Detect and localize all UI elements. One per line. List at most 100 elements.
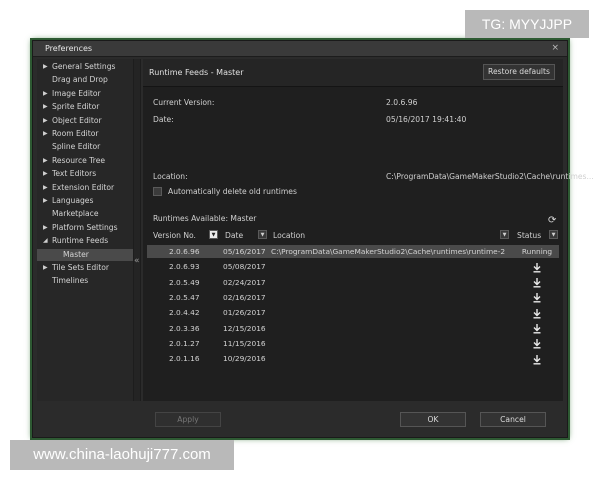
- header-status[interactable]: Status: [517, 231, 541, 240]
- sidebar-item[interactable]: ◢ Runtime Feeds: [37, 235, 133, 247]
- expand-arrow-icon[interactable]: ▶: [43, 195, 48, 207]
- sidebar-collapse-handle[interactable]: «: [133, 59, 141, 401]
- status-dropdown-icon[interactable]: ▼: [549, 230, 558, 239]
- sidebar-item[interactable]: ▶ General Settings: [37, 61, 133, 73]
- window-title: Preferences: [45, 44, 93, 53]
- ok-button[interactable]: OK: [400, 412, 466, 427]
- sidebar-item[interactable]: ▶ Resource Tree: [37, 155, 133, 167]
- expand-arrow-icon[interactable]: ▶: [43, 128, 48, 140]
- header-location[interactable]: Location: [273, 231, 305, 240]
- expand-arrow-icon[interactable]: ▶: [43, 155, 48, 167]
- runtimes-available-label: Runtimes Available: Master: [153, 214, 257, 223]
- preferences-tree: ▶ General Settings Drag and Drop ▶ Image Edi…: [37, 59, 133, 401]
- refresh-icon[interactable]: ⟳: [548, 215, 556, 226]
- sidebar-item[interactable]: Spline Editor: [37, 141, 133, 153]
- version-cell: 2.0.4.42: [169, 308, 200, 318]
- sidebar-item-label: Timelines: [52, 276, 89, 286]
- sidebar-item[interactable]: ▶ Image Editor: [37, 88, 133, 100]
- table-row[interactable]: 2.0.4.42 01/26/2017: [147, 306, 559, 319]
- preferences-window: Preferences × ▶ General Settings Drag and …: [32, 40, 594, 438]
- sidebar-item[interactable]: ▶ Sprite Editor: [37, 101, 133, 113]
- sidebar-item-label: Master: [63, 249, 89, 259]
- version-cell: 2.0.1.27: [169, 338, 200, 348]
- cancel-button[interactable]: Cancel: [480, 412, 546, 427]
- title-bar: Preferences ×: [33, 41, 567, 57]
- collapse-icon[interactable]: «: [134, 256, 140, 266]
- download-icon[interactable]: [519, 260, 555, 273]
- date-dropdown-icon[interactable]: ▼: [258, 230, 267, 239]
- expand-arrow-icon[interactable]: ◢: [43, 235, 48, 247]
- runtime-feeds-panel: Runtime Feeds - Master Restore defaults …: [143, 59, 594, 401]
- table-row[interactable]: 2.0.6.96 05/16/2017 C:\ProgramData\GameMak…: [147, 245, 559, 258]
- restore-defaults-button[interactable]: Restore defaults: [483, 64, 555, 80]
- date-cell: 11/15/2016: [223, 338, 266, 348]
- close-icon[interactable]: ×: [551, 43, 559, 53]
- date-value: 05/16/2017 19:41:40: [386, 115, 467, 124]
- sidebar-item[interactable]: ▶ Platform Settings: [37, 222, 133, 234]
- sidebar-item[interactable]: ▶ Text Editors: [37, 168, 133, 180]
- version-cell: 2.0.6.96: [169, 247, 200, 256]
- sidebar-item[interactable]: Master: [37, 248, 133, 261]
- location-dropdown-icon[interactable]: ▼: [500, 230, 509, 239]
- expand-arrow-icon[interactable]: ▶: [43, 182, 48, 194]
- sidebar-item-label: Runtime Feeds: [52, 236, 109, 246]
- header-date[interactable]: Date: [225, 231, 243, 240]
- sidebar-item-label: Extension Editor: [52, 182, 115, 192]
- date-cell: 12/15/2016: [223, 323, 266, 333]
- table-row[interactable]: 2.0.6.93 05/08/2017: [147, 260, 559, 273]
- sidebar-item[interactable]: ▶ Tile Sets Editor: [37, 262, 133, 274]
- download-icon[interactable]: [519, 306, 555, 319]
- download-icon[interactable]: [519, 276, 555, 289]
- panel-title: Runtime Feeds - Master: [149, 68, 244, 77]
- expand-arrow-icon[interactable]: ▶: [43, 262, 48, 274]
- location-cell: C:\ProgramData\GameMakerStudio2\Cache\ru…: [271, 247, 506, 256]
- sidebar-item[interactable]: Drag and Drop: [37, 74, 133, 86]
- version-cell: 2.0.5.49: [169, 277, 200, 287]
- sidebar-item-label: General Settings: [52, 62, 116, 71]
- sidebar-item[interactable]: ▶ Room Editor: [37, 128, 133, 140]
- download-icon[interactable]: [519, 337, 555, 350]
- download-icon[interactable]: [519, 352, 555, 365]
- expand-arrow-icon[interactable]: ▶: [43, 88, 48, 100]
- expand-arrow-icon[interactable]: ▶: [43, 61, 48, 73]
- sidebar-item-label: Platform Settings: [52, 222, 118, 232]
- location-label: Location:: [153, 172, 188, 181]
- table-row[interactable]: 2.0.5.49 02/24/2017: [147, 276, 559, 289]
- sidebar-item-label: Resource Tree: [52, 155, 106, 165]
- table-row[interactable]: 2.0.5.47 02/16/2017: [147, 291, 559, 304]
- expand-arrow-icon[interactable]: ▶: [43, 101, 48, 113]
- sidebar-item-label: Object Editor: [52, 115, 102, 125]
- sidebar-item[interactable]: ▶ Languages: [37, 195, 133, 207]
- date-cell: 10/29/2016: [223, 354, 266, 364]
- sort-dropdown-icon[interactable]: ▼: [209, 230, 218, 239]
- auto-delete-checkbox[interactable]: [153, 187, 162, 196]
- current-version-label: Current Version:: [153, 98, 215, 107]
- sidebar-item[interactable]: ▶ Object Editor: [37, 115, 133, 127]
- sidebar-item-label: Room Editor: [52, 129, 99, 138]
- sidebar-item-label: Image Editor: [52, 88, 101, 98]
- sidebar-item[interactable]: Marketplace: [37, 208, 133, 220]
- date-cell: 05/08/2017: [223, 262, 266, 272]
- expand-arrow-icon[interactable]: ▶: [43, 222, 48, 234]
- runtimes-table-header: Version No. ▼ Date ▼ Location ▼ Status ▼: [147, 229, 559, 243]
- status-cell: Running: [521, 247, 553, 256]
- table-row[interactable]: 2.0.1.27 11/15/2016: [147, 337, 559, 350]
- sidebar-item-label: Sprite Editor: [52, 102, 100, 112]
- apply-button[interactable]: Apply: [155, 412, 221, 427]
- sidebar-item[interactable]: ▶ Extension Editor: [37, 182, 133, 194]
- version-cell: 2.0.6.93: [169, 262, 200, 272]
- sidebar-item[interactable]: Timelines: [37, 275, 133, 287]
- expand-arrow-icon[interactable]: ▶: [43, 168, 48, 180]
- download-icon[interactable]: [519, 291, 555, 304]
- watermark-top: TG: MYYJJPP: [465, 10, 589, 38]
- table-row[interactable]: 2.0.3.36 12/15/2016: [147, 322, 559, 335]
- auto-delete-label: Automatically delete old runtimes: [168, 187, 297, 196]
- date-cell: 02/24/2017: [223, 277, 266, 287]
- table-row[interactable]: 2.0.1.16 10/29/2016: [147, 352, 559, 365]
- location-value: C:\ProgramData\GameMakerStudio2\Cache\ru…: [386, 172, 594, 181]
- date-label: Date:: [153, 115, 174, 124]
- download-icon[interactable]: [519, 322, 555, 335]
- header-version[interactable]: Version No.: [153, 231, 196, 240]
- expand-arrow-icon[interactable]: ▶: [43, 115, 48, 127]
- date-cell: 01/26/2017: [223, 308, 266, 318]
